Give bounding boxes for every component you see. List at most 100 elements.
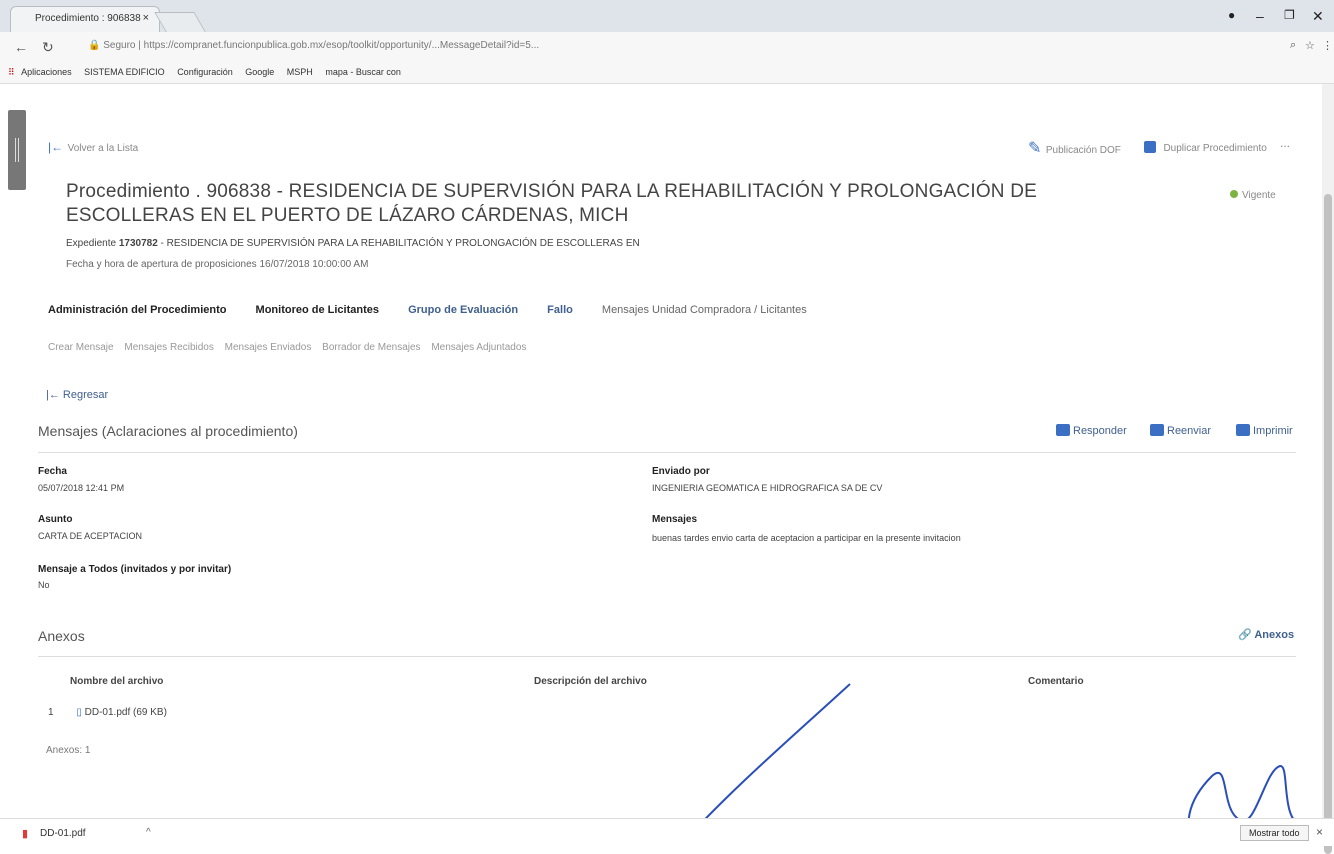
bookmark-apps[interactable]: Aplicaciones (21, 67, 72, 77)
close-download-bar-icon[interactable]: × (1316, 825, 1323, 839)
column-header-description: Descripción del archivo (534, 676, 647, 687)
enviado-label: Enviado por (652, 466, 710, 477)
tab-close-icon[interactable]: × (143, 12, 149, 24)
grip-icon (15, 138, 19, 162)
bookmarks-bar: ⠿ Aplicaciones SISTEMA EDIFICIO Configur… (0, 62, 1334, 84)
duplicate-procedure-link[interactable]: Duplicar Procedimiento (1144, 138, 1267, 156)
forward-label: Reenviar (1167, 425, 1212, 437)
divider (38, 452, 1296, 453)
back-arrow-icon[interactable]: ← (14, 39, 28, 55)
new-tab-button[interactable] (154, 12, 206, 32)
download-bar: ▮ DD-01.pdf ^ Mostrar todo × (0, 818, 1334, 846)
zoom-icon[interactable]: ⌕ (1290, 39, 1296, 52)
bookmark-star-icon[interactable]: ☆ (1305, 39, 1315, 52)
file-link[interactable]: DD-01.pdf (69 KB) (85, 707, 167, 718)
anexos-count: Anexos: 1 (46, 745, 91, 756)
subtab-borrador[interactable]: Borrador de Mensajes (322, 342, 420, 353)
browser-tab-bar: Procedimiento : 906838 × ● – ❐ ✕ (0, 0, 1334, 32)
todos-label: Mensaje a Todos (invitados y por invitar… (38, 564, 232, 575)
asunto-value: CARTA DE ACEPTACION (38, 531, 143, 541)
asunto-label: Asunto (38, 514, 73, 525)
fecha-value: 05/07/2018 12:41 PM (38, 483, 125, 493)
print-label: Imprimir (1253, 425, 1293, 437)
anexos-button[interactable]: 🔗 Anexos (1238, 628, 1294, 641)
url-secure-label: Seguro (103, 40, 136, 51)
publication-dof-label: Publicación DOF (1045, 145, 1121, 156)
table-row: 1 ▯ DD-01.pdf (69 KB) (48, 707, 167, 718)
expediente-line: Expediente 1730782 - RESIDENCIA DE SUPER… (66, 238, 640, 249)
procedure-tabs: Administración del Procedimiento Monitor… (48, 304, 833, 316)
show-all-downloads-button[interactable]: Mostrar todo (1240, 825, 1309, 841)
publication-icon: ✎ (1028, 140, 1042, 157)
lock-icon: 🔒 (88, 40, 101, 51)
menu-dots-icon[interactable]: ⋮ (1322, 39, 1333, 52)
subtab-enviados[interactable]: Mensajes Enviados (225, 342, 312, 353)
reply-button[interactable]: Responder (1056, 424, 1127, 437)
todos-value: No (38, 580, 50, 590)
fecha-label: Fecha (38, 466, 67, 477)
tab-fallo[interactable]: Fallo (547, 304, 573, 316)
expediente-label: Expediente (66, 238, 117, 249)
bookmark-google[interactable]: Google (245, 67, 274, 77)
anexos-button-label: Anexos (1254, 629, 1295, 641)
tab-grupo-evaluacion[interactable]: Grupo de Evaluación (408, 304, 518, 316)
reload-icon[interactable]: ↻ (42, 39, 54, 56)
page-scrollbar[interactable] (1322, 84, 1334, 854)
url-field[interactable]: 🔒 Seguro | https://compranet.funcionpubl… (88, 40, 539, 51)
anexos-heading: Anexos (38, 628, 85, 644)
more-options-icon[interactable]: ... (1280, 136, 1290, 150)
tab-monitoreo[interactable]: Monitoreo de Licitantes (256, 304, 379, 316)
url-text: https://compranet.funcionpublica.gob.mx/… (143, 40, 540, 51)
reply-icon (1056, 424, 1070, 436)
print-button[interactable]: Imprimir (1236, 424, 1293, 437)
scrollbar-thumb[interactable] (1324, 194, 1332, 854)
forward-button[interactable]: Reenviar (1150, 424, 1211, 437)
browser-tab[interactable]: Procedimiento : 906838 × (10, 6, 160, 32)
message-subtabs: Crear Mensaje Mensajes Recibidos Mensaje… (48, 342, 534, 353)
back-to-list-link[interactable]: |← Volver a la Lista (48, 138, 138, 156)
messages-heading: Mensajes (Aclaraciones al procedimiento) (38, 423, 298, 439)
mensajes-value: buenas tardes envio carta de aceptacion … (652, 533, 961, 543)
regresar-link[interactable]: |← Regresar (46, 389, 108, 401)
download-file-name[interactable]: DD-01.pdf (40, 828, 86, 839)
apps-icon[interactable]: ⠿ (8, 67, 15, 78)
back-bar-icon: |← (48, 140, 64, 154)
print-icon (1236, 424, 1250, 436)
row-index: 1 (48, 707, 54, 718)
bookmark-sistema[interactable]: SISTEMA EDIFICIO (84, 67, 165, 77)
tab-mensajes[interactable]: Mensajes Unidad Compradora / Licitantes (602, 304, 807, 316)
side-panel-handle[interactable] (8, 110, 26, 190)
file-icon: ▯ (76, 707, 82, 718)
download-chevron-icon[interactable]: ^ (146, 827, 151, 838)
regresar-icon: |← (46, 389, 60, 401)
expediente-description: - RESIDENCIA DE SUPERVISIÓN PARA LA REHA… (160, 238, 640, 249)
forward-icon (1150, 424, 1164, 436)
status-badge: Vigente (1230, 190, 1276, 201)
regresar-label: Regresar (62, 389, 109, 401)
subtab-crear[interactable]: Crear Mensaje (48, 342, 114, 353)
publication-dof-link[interactable]: ✎ Publicación DOF (1028, 138, 1121, 158)
bookmark-mapa[interactable]: mapa - Buscar con (325, 67, 401, 77)
column-header-file-name: Nombre del archivo (70, 676, 164, 687)
paperclip-icon: 🔗 (1238, 629, 1252, 641)
apertura-line: Fecha y hora de apertura de proposicione… (66, 259, 369, 270)
account-icon[interactable]: ● (1228, 8, 1235, 22)
close-window-button[interactable]: ✕ (1312, 8, 1324, 25)
subtab-recibidos[interactable]: Mensajes Recibidos (124, 342, 214, 353)
bookmark-msph[interactable]: MSPH (287, 67, 313, 77)
divider (38, 656, 1296, 657)
enviado-value: INGENIERIA GEOMATICA E HIDROGRAFICA SA D… (652, 483, 883, 493)
status-dot-icon (1230, 190, 1238, 198)
maximize-button[interactable]: ❐ (1284, 8, 1295, 22)
reply-label: Responder (1073, 425, 1127, 437)
procedure-title: Procedimiento . 906838 - RESIDENCIA DE S… (66, 181, 1038, 226)
mensajes-label: Mensajes (652, 514, 698, 525)
minimize-button[interactable]: – (1256, 8, 1264, 24)
tab-administracion[interactable]: Administración del Procedimiento (48, 304, 226, 316)
subtab-adjuntados[interactable]: Mensajes Adjuntados (431, 342, 526, 353)
pdf-icon: ▮ (22, 828, 29, 840)
address-bar-row: ← ↻ 🔒 Seguro | https://compranet.funcion… (0, 32, 1334, 62)
expediente-number: 1730782 (118, 238, 158, 249)
duplicate-icon (1144, 141, 1156, 153)
bookmark-config[interactable]: Configuración (177, 67, 233, 77)
